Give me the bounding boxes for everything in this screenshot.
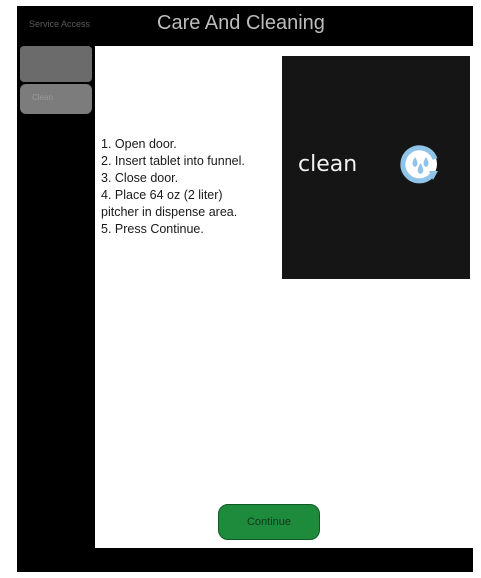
instruction-step: 5. Press Continue.: [101, 222, 204, 236]
service-access-link[interactable]: Service Access: [29, 19, 90, 29]
sidebar: Clean: [17, 46, 95, 566]
instruction-step: 1. Open door.: [101, 137, 177, 151]
bottom-bar: [95, 548, 473, 572]
device-screen: Service Access Care And Cleaning Clean 1…: [17, 6, 473, 572]
instruction-step: pitcher in dispense area.: [101, 205, 238, 219]
top-bar: Service Access Care And Cleaning: [17, 6, 473, 46]
instruction-step: 2. Insert tablet into funnel.: [101, 154, 245, 168]
clean-label: clean: [298, 152, 358, 177]
page-title: Care And Cleaning: [157, 12, 325, 34]
sidebar-item-label: Clean: [32, 93, 53, 102]
sidebar-item-clean[interactable]: Clean: [20, 84, 92, 114]
sidebar-item-1[interactable]: [20, 46, 92, 82]
instruction-step: 3. Close door.: [101, 171, 179, 185]
instruction-list: 1. Open door. 2. Insert tablet into funn…: [101, 136, 286, 238]
instruction-step: 4. Place 64 oz (2 liter): [101, 188, 223, 202]
main-content: 1. Open door. 2. Insert tablet into funn…: [95, 46, 473, 548]
clean-illustration: clean: [282, 56, 470, 279]
clean-cycle-icon: [400, 145, 438, 184]
continue-button[interactable]: Continue: [218, 504, 320, 540]
